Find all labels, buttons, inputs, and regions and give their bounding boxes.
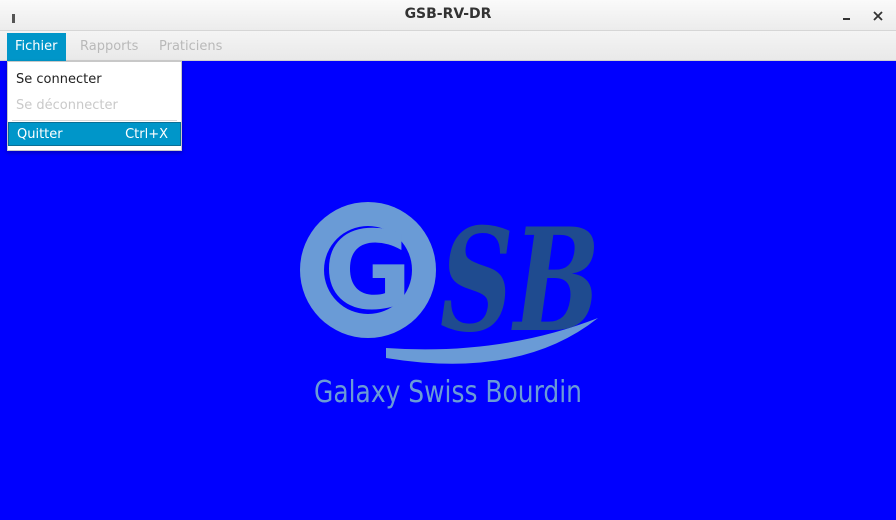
- menu-item-se-connecter[interactable]: Se connecter: [8, 68, 181, 92]
- logo-letters-sb: SB: [440, 198, 600, 364]
- menu-praticiens[interactable]: Praticiens: [151, 33, 230, 61]
- gsb-logo-graphic: G SB Galaxy Swiss Bourdin: [300, 198, 600, 410]
- close-button[interactable]: [867, 5, 889, 27]
- menu-separator: [12, 120, 177, 121]
- menu-fichier[interactable]: Fichier: [7, 33, 66, 61]
- menu-item-se-deconnecter: Se déconnecter: [16, 98, 118, 113]
- window-title: GSB-RV-DR: [404, 6, 492, 22]
- minimize-icon: [843, 18, 850, 20]
- menu-bar: Fichier Rapports Praticiens: [0, 31, 896, 61]
- gsb-logo: G SB Galaxy Swiss Bourdin: [290, 180, 610, 420]
- menu-item-quitter-label: Quitter: [17, 127, 63, 142]
- minimize-button[interactable]: [836, 5, 858, 27]
- menu-item-quitter-shortcut: Ctrl+X: [125, 127, 168, 142]
- title-bar: GSB-RV-DR: [0, 0, 896, 31]
- menu-item-quitter[interactable]: Quitter Ctrl+X: [8, 122, 181, 146]
- logo-letter-g: G: [324, 209, 413, 334]
- menu-rapports[interactable]: Rapports: [72, 33, 146, 61]
- logo-tagline: Galaxy Swiss Bourdin: [314, 375, 582, 410]
- close-icon: [873, 11, 883, 21]
- fichier-dropdown: Se connecter Se déconnecter Quitter Ctrl…: [7, 61, 182, 151]
